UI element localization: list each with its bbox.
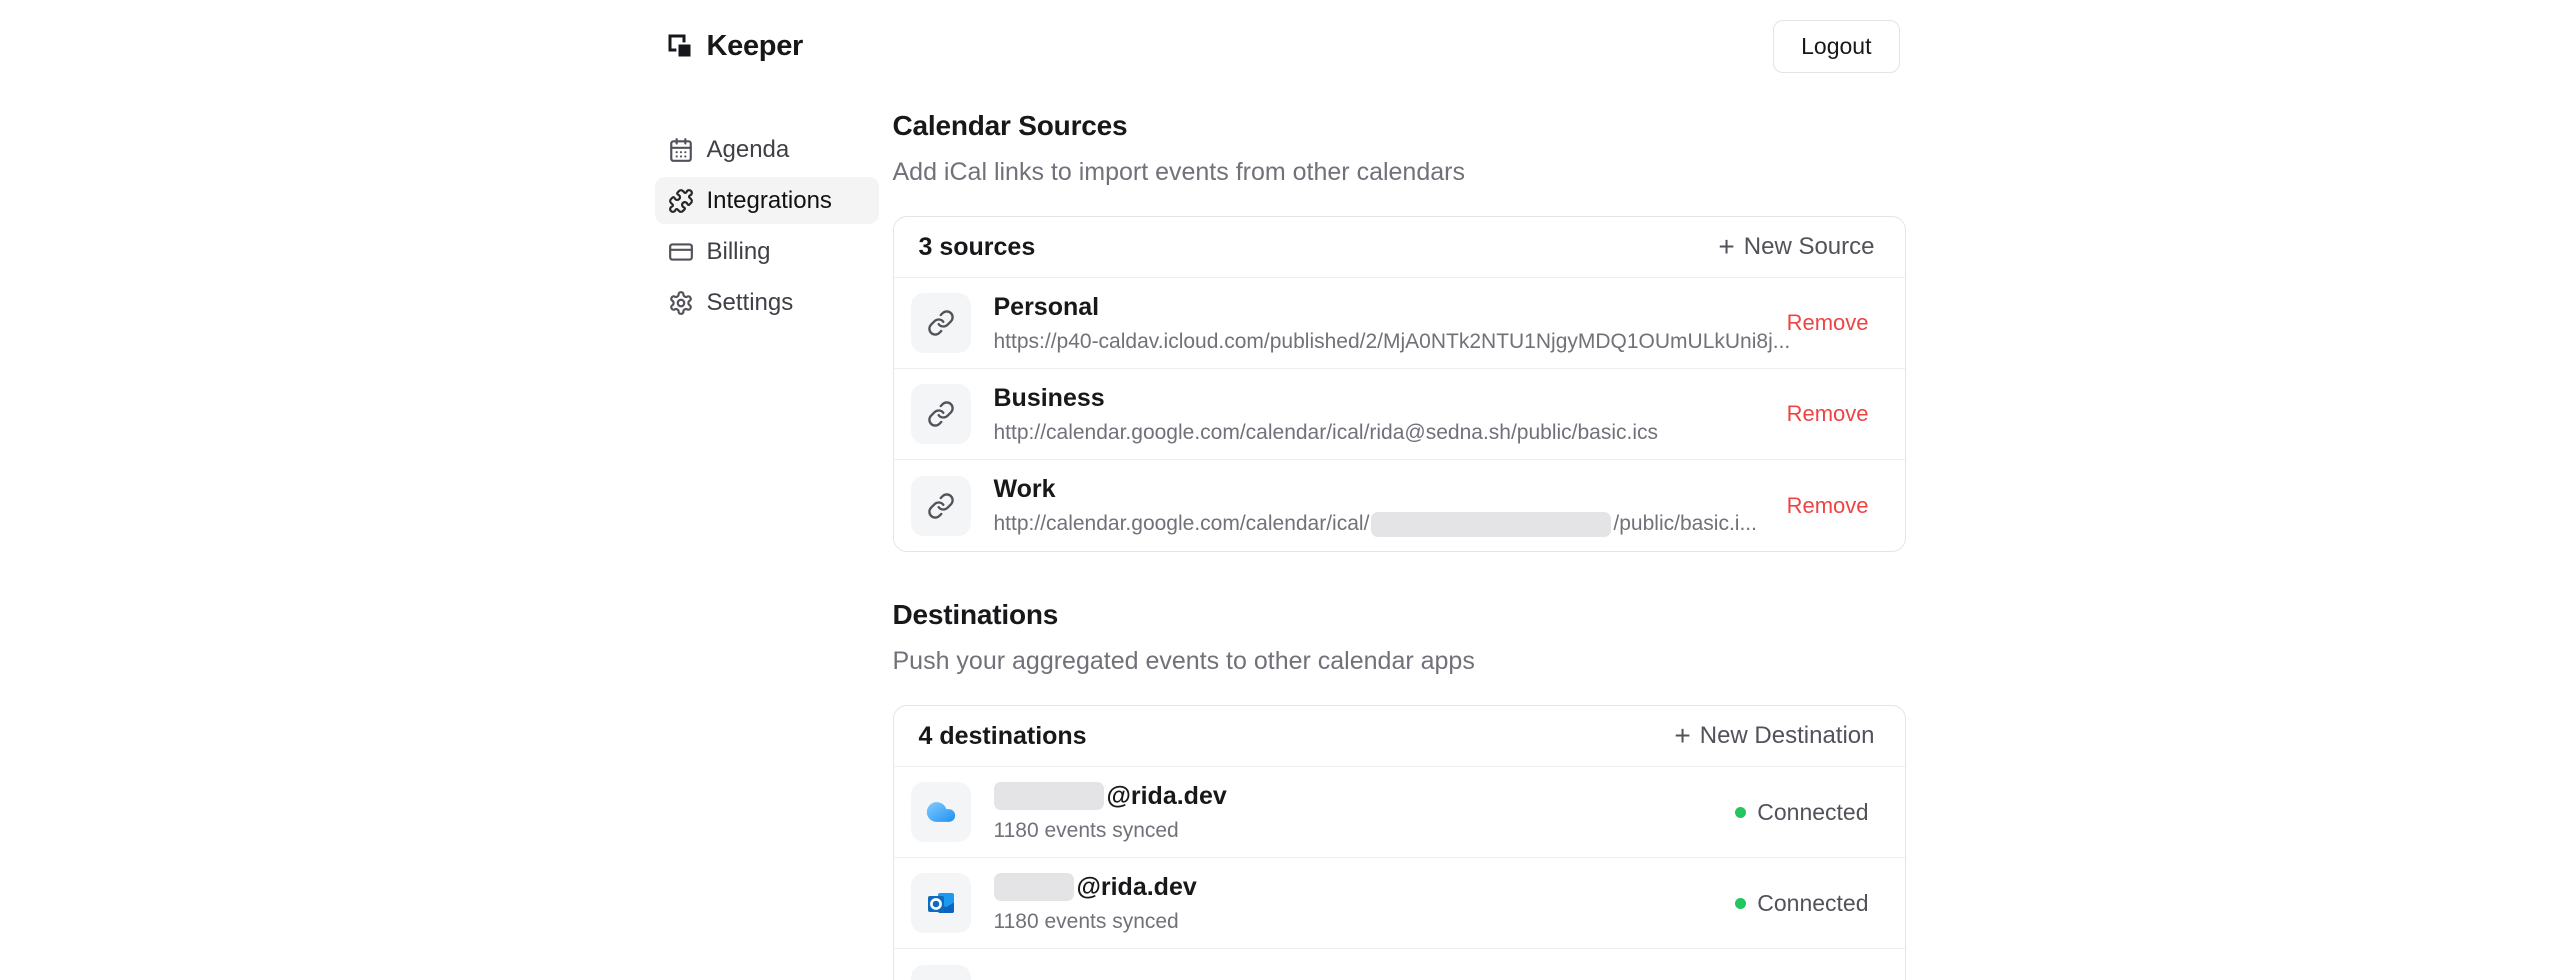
destinations-count: 4 destinations xyxy=(919,722,1087,751)
outlook-icon xyxy=(925,887,957,919)
source-url-prefix: http://calendar.google.com/calendar/ical… xyxy=(994,512,1370,536)
status-badge: Connected xyxy=(1735,890,1868,917)
sidebar-item-integrations[interactable]: Integrations xyxy=(655,177,879,224)
sidebar-item-billing[interactable]: Billing xyxy=(655,228,879,275)
destination-info: @rida.dev 1180 events synced xyxy=(994,873,1197,934)
sources-card-header: 3 sources + New Source xyxy=(894,217,1905,278)
plus-icon: + xyxy=(1674,724,1690,748)
sources-card: 3 sources + New Source xyxy=(893,216,1906,552)
credit-card-icon xyxy=(668,239,694,265)
source-icon-box xyxy=(911,384,971,444)
main-layout: Agenda Integrations Billing Settings xyxy=(655,109,1906,980)
remove-source-link[interactable]: Remove xyxy=(1767,401,1869,427)
new-destination-label: New Destination xyxy=(1700,722,1875,750)
redacted-email-local xyxy=(994,782,1104,810)
sidebar-item-label: Agenda xyxy=(707,136,790,164)
sidebar: Agenda Integrations Billing Settings xyxy=(655,109,879,980)
status-dot-icon xyxy=(1735,807,1746,818)
source-row-business: Business http://calendar.google.com/cale… xyxy=(894,369,1905,460)
redacted-email-local xyxy=(994,873,1074,901)
sidebar-item-settings[interactable]: Settings xyxy=(655,279,879,326)
puzzle-icon xyxy=(668,188,694,214)
source-info: Work http://calendar.google.com/calendar… xyxy=(994,475,1757,537)
destination-synced: 1180 events synced xyxy=(994,910,1197,934)
icloud-cloud-icon xyxy=(924,799,958,825)
sources-count: 3 sources xyxy=(919,233,1036,262)
new-destination-button[interactable]: + New Destination xyxy=(1674,722,1874,750)
logout-button[interactable]: Logout xyxy=(1773,20,1899,73)
destinations-title: Destinations xyxy=(893,598,1906,632)
link-icon xyxy=(927,492,955,520)
page-title: Calendar Sources xyxy=(893,109,1906,143)
app-container: Keeper Logout Agenda Integrations xyxy=(655,0,1906,980)
source-info: Personal https://p40-caldav.icloud.com/p… xyxy=(994,293,1767,354)
source-row-work: Work http://calendar.google.com/calendar… xyxy=(894,460,1905,551)
source-icon-box xyxy=(911,293,971,353)
status-label: Connected xyxy=(1757,890,1868,917)
app-name: Keeper xyxy=(707,30,804,63)
new-source-button[interactable]: + New Source xyxy=(1718,233,1874,261)
destination-row-outlook: @rida.dev 1180 events synced Connected xyxy=(894,858,1905,949)
source-name: Work xyxy=(994,475,1757,504)
source-url-suffix: /public/basic.i... xyxy=(1613,512,1757,536)
status-label: Connected xyxy=(1757,799,1868,826)
plus-icon: + xyxy=(1718,235,1734,259)
source-name: Personal xyxy=(994,293,1767,322)
keeper-logo-icon xyxy=(667,33,694,60)
destinations-subtitle: Push your aggregated events to other cal… xyxy=(893,647,1906,676)
source-url: https://p40-caldav.icloud.com/published/… xyxy=(994,330,1767,354)
link-icon xyxy=(927,309,955,337)
source-url: http://calendar.google.com/calendar/ical… xyxy=(994,512,1757,537)
destination-row-icloud: @rida.dev 1180 events synced Connected xyxy=(894,767,1905,858)
sidebar-item-agenda[interactable]: Agenda xyxy=(655,126,879,173)
destination-info: @rida.dev 1180 events synced xyxy=(994,782,1227,843)
destination-account: @rida.dev xyxy=(994,782,1227,811)
destinations-card-header: 4 destinations + New Destination xyxy=(894,706,1905,767)
app-logo: Keeper xyxy=(667,30,804,63)
content: Calendar Sources Add iCal links to impor… xyxy=(893,109,1906,980)
sidebar-item-label: Billing xyxy=(707,238,771,266)
source-name: Business xyxy=(994,384,1659,413)
remove-source-link[interactable]: Remove xyxy=(1767,310,1869,336)
gear-icon xyxy=(668,290,694,316)
status-badge: Connected xyxy=(1735,799,1868,826)
destination-account: @rida.dev xyxy=(994,873,1197,902)
destinations-card: 4 destinations + New Destination xyxy=(893,705,1906,980)
sidebar-item-label: Integrations xyxy=(707,187,832,215)
destination-icon-box xyxy=(911,965,971,980)
source-info: Business http://calendar.google.com/cale… xyxy=(994,384,1659,445)
source-url: http://calendar.google.com/calendar/ical… xyxy=(994,421,1659,445)
destination-icon-box xyxy=(911,782,971,842)
calendar-icon xyxy=(668,137,694,163)
top-bar: Keeper Logout xyxy=(655,0,1906,73)
destination-synced: 1180 events synced xyxy=(994,819,1227,843)
section-subtitle: Add iCal links to import events from oth… xyxy=(893,158,1906,187)
section-destinations: Destinations Push your aggregated events… xyxy=(893,598,1906,980)
destination-row-partial: fastmail@rida.dev xyxy=(894,949,1905,980)
destination-icon-box xyxy=(911,873,971,933)
redacted-url-segment xyxy=(1371,512,1611,537)
sidebar-item-label: Settings xyxy=(707,289,794,317)
source-row-personal: Personal https://p40-caldav.icloud.com/p… xyxy=(894,278,1905,369)
link-icon xyxy=(927,400,955,428)
section-calendar-sources: Calendar Sources Add iCal links to impor… xyxy=(893,109,1906,552)
email-domain: @rida.dev xyxy=(1107,782,1227,811)
new-source-label: New Source xyxy=(1744,233,1875,261)
remove-source-link[interactable]: Remove xyxy=(1767,493,1869,519)
email-domain: @rida.dev xyxy=(1077,873,1197,902)
source-icon-box xyxy=(911,476,971,536)
status-dot-icon xyxy=(1735,898,1746,909)
